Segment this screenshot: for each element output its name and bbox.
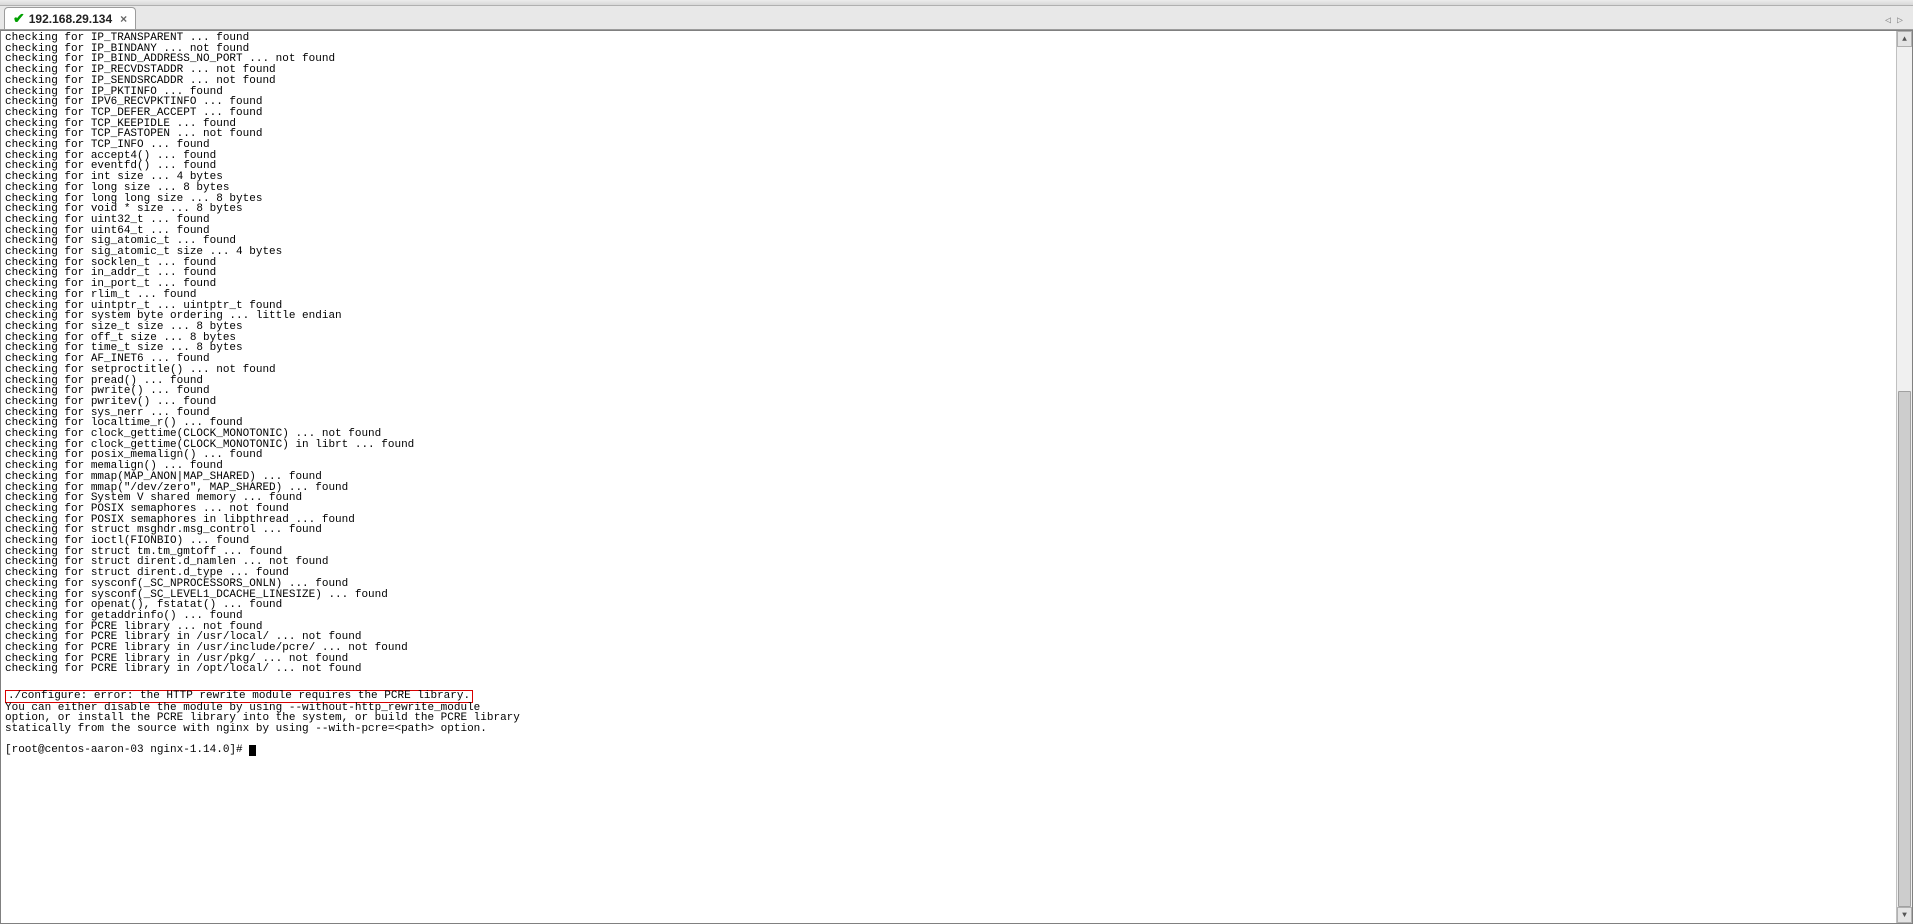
terminal-blank-line [5,735,1908,746]
terminal-line: checking for long size ... 8 bytes [5,183,1908,194]
terminal-line: checking for sysconf(_SC_LEVEL1_DCACHE_L… [5,590,1908,601]
terminal-line: checking for eventfd() ... found [5,161,1908,172]
terminal-line: checking for IP_BIND_ADDRESS_NO_PORT ...… [5,54,1908,65]
terminal-line: checking for pread() ... found [5,376,1908,387]
terminal-line: checking for long long size ... 8 bytes [5,194,1908,205]
terminal-line: checking for mmap(MAP_ANON|MAP_SHARED) .… [5,472,1908,483]
cursor-icon [249,745,256,756]
terminal-line: checking for pwrite() ... found [5,386,1908,397]
scroll-down-button[interactable]: ▼ [1897,907,1912,923]
terminal-line: checking for uint64_t ... found [5,226,1908,237]
terminal-line: checking for struct dirent.d_namlen ... … [5,557,1908,568]
terminal-line: checking for ioctl(FIONBIO) ... found [5,536,1908,547]
tab-title: 192.168.29.134 [29,12,112,26]
terminal-line: checking for PCRE library in /opt/local/… [5,664,1908,675]
terminal-line: statically from the source with nginx by… [5,724,1908,735]
terminal-blank-line [5,675,1908,686]
tab-bar: ✔ 192.168.29.134 × ◁ ▷ [0,6,1913,30]
terminal-line: checking for AF_INET6 ... found [5,354,1908,365]
terminal-line: checking for sysconf(_SC_NPROCESSORS_ONL… [5,579,1908,590]
terminal-line: checking for in_port_t ... found [5,279,1908,290]
shell-prompt-line[interactable]: [root@centos-aaron-03 nginx-1.14.0]# [5,745,1908,756]
terminal-line: checking for IP_SENDSRCADDR ... not foun… [5,76,1908,87]
terminal-line: checking for TCP_FASTOPEN ... not found [5,129,1908,140]
terminal-line: checking for clock_gettime(CLOCK_MONOTON… [5,440,1908,451]
terminal-line: checking for posix_memalign() ... found [5,450,1908,461]
check-icon: ✔ [13,10,25,27]
terminal-line: checking for openat(), fstatat() ... fou… [5,600,1908,611]
tab-active[interactable]: ✔ 192.168.29.134 × [4,7,136,29]
chevron-right-icon[interactable]: ▷ [1895,13,1905,29]
terminal-line: checking for time_t size ... 8 bytes [5,343,1908,354]
terminal-line: checking for off_t size ... 8 bytes [5,333,1908,344]
terminal-line: checking for sig_atomic_t ... found [5,236,1908,247]
terminal-line: checking for IP_RECVDSTADDR ... not foun… [5,65,1908,76]
terminal-line: checking for rlim_t ... found [5,290,1908,301]
terminal-line: checking for TCP_INFO ... found [5,140,1908,151]
terminal-line: checking for sys_nerr ... found [5,408,1908,419]
close-icon[interactable]: × [120,12,127,26]
terminal-line: checking for pwritev() ... found [5,397,1908,408]
terminal-line: checking for accept4() ... found [5,151,1908,162]
scroll-thumb[interactable] [1898,391,1911,907]
terminal-line: checking for void * size ... 8 bytes [5,204,1908,215]
terminal-line: checking for socklen_t ... found [5,258,1908,269]
terminal-line: checking for IP_PKTINFO ... found [5,87,1908,98]
terminal-line: checking for getaddrinfo() ... found [5,611,1908,622]
terminal-line: checking for int size ... 4 bytes [5,172,1908,183]
terminal-line: checking for uint32_t ... found [5,215,1908,226]
terminal-line: checking for size_t size ... 8 bytes [5,322,1908,333]
terminal-line: checking for system byte ordering ... li… [5,311,1908,322]
terminal-output[interactable]: checking for IP_TRANSPARENT ... found che… [1,31,1912,923]
configure-error-highlight: ./configure: error: the HTTP rewrite mod… [5,690,473,703]
terminal-line: checking for struct msghdr.msg_control .… [5,525,1908,536]
tab-nav: ◁ ▷ [1883,13,1909,29]
vertical-scrollbar[interactable]: ▲ ▼ [1896,31,1912,923]
terminal-line: checking for System V shared memory ... … [5,493,1908,504]
terminal-line: checking for TCP_DEFER_ACCEPT ... found [5,108,1908,119]
terminal-line: checking for IP_TRANSPARENT ... found [5,33,1908,44]
terminal-line: checking for in_addr_t ... found [5,268,1908,279]
terminal-container: checking for IP_TRANSPARENT ... found che… [0,30,1913,924]
scroll-up-button[interactable]: ▲ [1897,31,1912,47]
scroll-track[interactable] [1897,47,1912,907]
terminal-line: checking for sig_atomic_t size ... 4 byt… [5,247,1908,258]
terminal-line: checking for setproctitle() ... not foun… [5,365,1908,376]
chevron-left-icon[interactable]: ◁ [1883,13,1893,29]
terminal-line: checking for TCP_KEEPIDLE ... found [5,119,1908,130]
terminal-line: checking for IPV6_RECVPKTINFO ... found [5,97,1908,108]
